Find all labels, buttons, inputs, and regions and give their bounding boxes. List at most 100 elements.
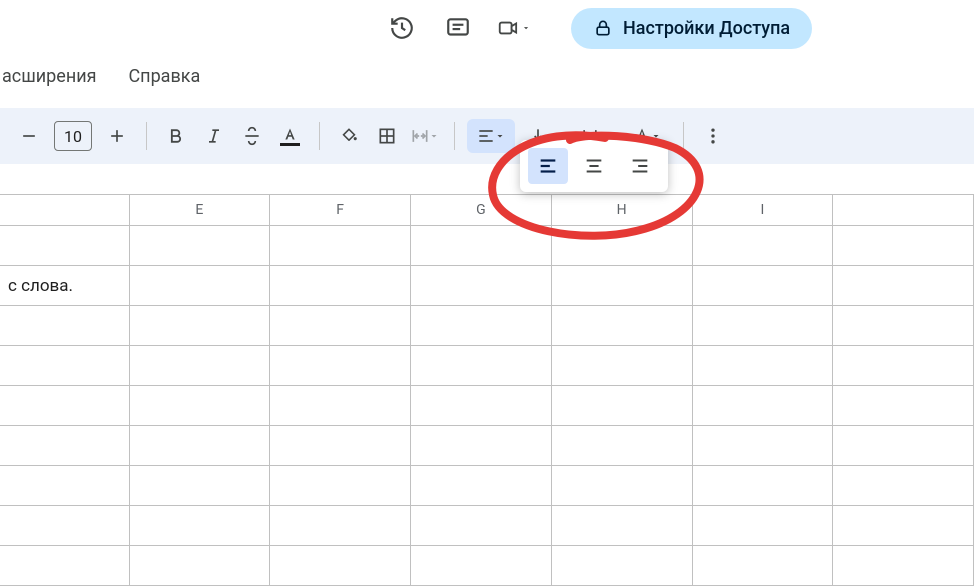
cell[interactable] bbox=[552, 226, 693, 266]
cell[interactable] bbox=[270, 506, 411, 546]
cell[interactable] bbox=[411, 426, 552, 466]
cell[interactable] bbox=[270, 426, 411, 466]
column-headers: E F G H I bbox=[0, 194, 974, 226]
cell[interactable] bbox=[411, 346, 552, 386]
align-left-button[interactable] bbox=[528, 148, 568, 184]
cell[interactable] bbox=[411, 506, 552, 546]
cell[interactable] bbox=[270, 346, 411, 386]
cell[interactable] bbox=[0, 466, 130, 506]
cell[interactable] bbox=[0, 226, 130, 266]
cell[interactable] bbox=[411, 466, 552, 506]
cell[interactable] bbox=[693, 506, 834, 546]
cell[interactable] bbox=[0, 346, 130, 386]
cell[interactable] bbox=[130, 266, 271, 306]
lock-icon bbox=[593, 18, 613, 38]
cell[interactable] bbox=[0, 386, 130, 426]
cell[interactable] bbox=[693, 466, 834, 506]
column-header[interactable] bbox=[833, 195, 974, 225]
separator bbox=[319, 122, 320, 150]
cell[interactable] bbox=[411, 266, 552, 306]
strikethrough-button[interactable] bbox=[235, 119, 269, 153]
column-header[interactable]: H bbox=[552, 195, 693, 225]
column-header[interactable] bbox=[0, 195, 130, 225]
more-options-button[interactable] bbox=[696, 119, 730, 153]
bold-button[interactable] bbox=[159, 119, 193, 153]
cell[interactable] bbox=[130, 466, 271, 506]
cell[interactable]: с слова. bbox=[0, 266, 130, 306]
cell[interactable] bbox=[270, 306, 411, 346]
cell[interactable] bbox=[693, 426, 834, 466]
column-header[interactable]: F bbox=[270, 195, 411, 225]
separator bbox=[454, 122, 455, 150]
column-header[interactable]: E bbox=[130, 195, 271, 225]
cell[interactable] bbox=[552, 386, 693, 426]
text-color-button[interactable] bbox=[273, 119, 307, 153]
cell[interactable] bbox=[270, 546, 411, 586]
align-right-button[interactable] bbox=[620, 148, 660, 184]
cell[interactable] bbox=[552, 306, 693, 346]
menubar: асширения Справка bbox=[0, 56, 974, 96]
font-size-input[interactable]: 10 bbox=[54, 121, 92, 151]
cell[interactable] bbox=[130, 346, 271, 386]
cell[interactable] bbox=[833, 506, 974, 546]
cell[interactable] bbox=[552, 546, 693, 586]
menu-extensions[interactable]: асширения bbox=[0, 60, 98, 93]
cell[interactable] bbox=[833, 546, 974, 586]
cell[interactable] bbox=[693, 226, 834, 266]
share-button[interactable]: Настройки Доступа bbox=[571, 8, 812, 49]
comments-icon[interactable] bbox=[441, 11, 475, 45]
cell[interactable] bbox=[552, 346, 693, 386]
cell[interactable] bbox=[693, 306, 834, 346]
cell[interactable] bbox=[693, 546, 834, 586]
separator bbox=[683, 122, 684, 150]
font-size-increase[interactable] bbox=[100, 119, 134, 153]
cell[interactable] bbox=[833, 386, 974, 426]
cell[interactable] bbox=[833, 226, 974, 266]
fill-color-button[interactable] bbox=[332, 119, 366, 153]
cell[interactable] bbox=[833, 306, 974, 346]
cell[interactable] bbox=[270, 226, 411, 266]
cell[interactable] bbox=[130, 506, 271, 546]
cell[interactable] bbox=[693, 346, 834, 386]
borders-button[interactable] bbox=[370, 119, 404, 153]
column-header[interactable]: G bbox=[411, 195, 552, 225]
merge-cells-button[interactable] bbox=[408, 119, 442, 153]
history-icon[interactable] bbox=[385, 11, 419, 45]
cell[interactable] bbox=[552, 266, 693, 306]
cell[interactable] bbox=[552, 506, 693, 546]
cell[interactable] bbox=[411, 386, 552, 426]
horizontal-align-button[interactable] bbox=[467, 119, 515, 153]
cell[interactable] bbox=[0, 506, 130, 546]
cell[interactable] bbox=[833, 426, 974, 466]
cell[interactable] bbox=[0, 426, 130, 466]
cell[interactable] bbox=[0, 306, 130, 346]
cell[interactable] bbox=[693, 266, 834, 306]
cell[interactable] bbox=[130, 546, 271, 586]
cell[interactable] bbox=[411, 226, 552, 266]
separator bbox=[146, 122, 147, 150]
meet-icon[interactable] bbox=[497, 11, 531, 45]
spreadsheet-grid: E F G H I с слова. bbox=[0, 194, 974, 586]
align-center-button[interactable] bbox=[574, 148, 614, 184]
cell[interactable] bbox=[552, 426, 693, 466]
cell[interactable] bbox=[833, 466, 974, 506]
cell[interactable] bbox=[411, 306, 552, 346]
cell[interactable] bbox=[833, 346, 974, 386]
cell[interactable] bbox=[0, 546, 130, 586]
cell[interactable] bbox=[130, 386, 271, 426]
cell[interactable] bbox=[130, 226, 271, 266]
cell[interactable] bbox=[130, 306, 271, 346]
italic-button[interactable] bbox=[197, 119, 231, 153]
share-label: Настройки Доступа bbox=[623, 18, 790, 39]
menu-help[interactable]: Справка bbox=[126, 60, 202, 93]
font-size-decrease[interactable] bbox=[12, 119, 46, 153]
cell[interactable] bbox=[693, 386, 834, 426]
cell[interactable] bbox=[270, 266, 411, 306]
cell[interactable] bbox=[833, 266, 974, 306]
cell[interactable] bbox=[270, 466, 411, 506]
cell[interactable] bbox=[130, 426, 271, 466]
cell[interactable] bbox=[552, 466, 693, 506]
cell[interactable] bbox=[270, 386, 411, 426]
cell[interactable] bbox=[411, 546, 552, 586]
column-header[interactable]: I bbox=[693, 195, 834, 225]
